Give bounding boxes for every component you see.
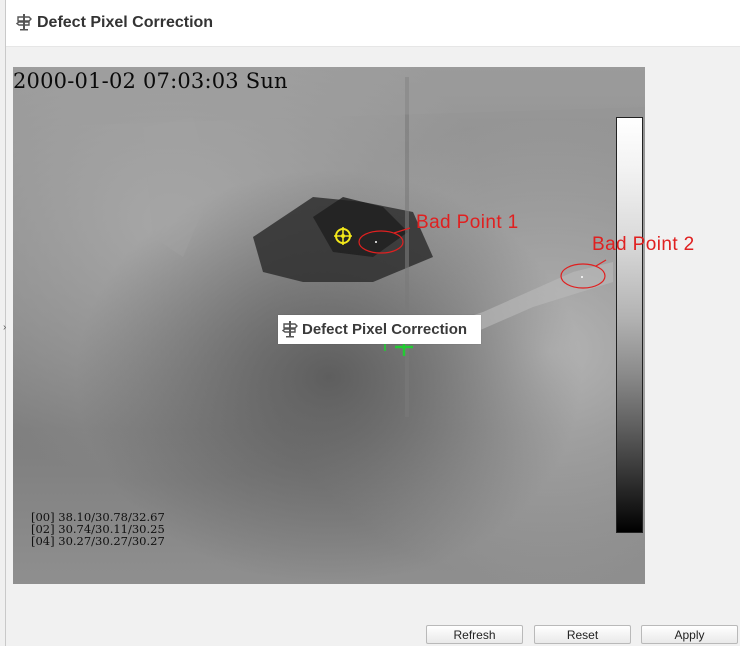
page-header: Defect Pixel Correction (6, 0, 740, 47)
refresh-button[interactable]: Refresh (426, 625, 523, 644)
floating-title-label: Defect Pixel Correction (278, 315, 481, 344)
apply-button[interactable]: Apply (641, 625, 738, 644)
page-title: Defect Pixel Correction (37, 14, 214, 31)
osd-timestamp: 2000-01-02 07:03:03 Sun (13, 69, 288, 93)
bad-point-1-label: Bad Point 1 (416, 212, 519, 233)
reset-button[interactable]: Reset (534, 625, 631, 644)
collapse-arrow-icon[interactable]: › (3, 322, 6, 333)
sign-post-icon (282, 321, 298, 338)
temperature-color-scale (616, 117, 643, 533)
floating-title-text: Defect Pixel Correction (302, 321, 468, 338)
bad-point-2-label: Bad Point 2 (592, 234, 695, 255)
reading-line: [04] 30.27/30.27/30.27 (31, 534, 165, 548)
sign-post-icon (16, 14, 32, 31)
osd-readings: [00] 38.10/30.78/32.67 [02] 30.74/30.11/3… (31, 511, 165, 547)
